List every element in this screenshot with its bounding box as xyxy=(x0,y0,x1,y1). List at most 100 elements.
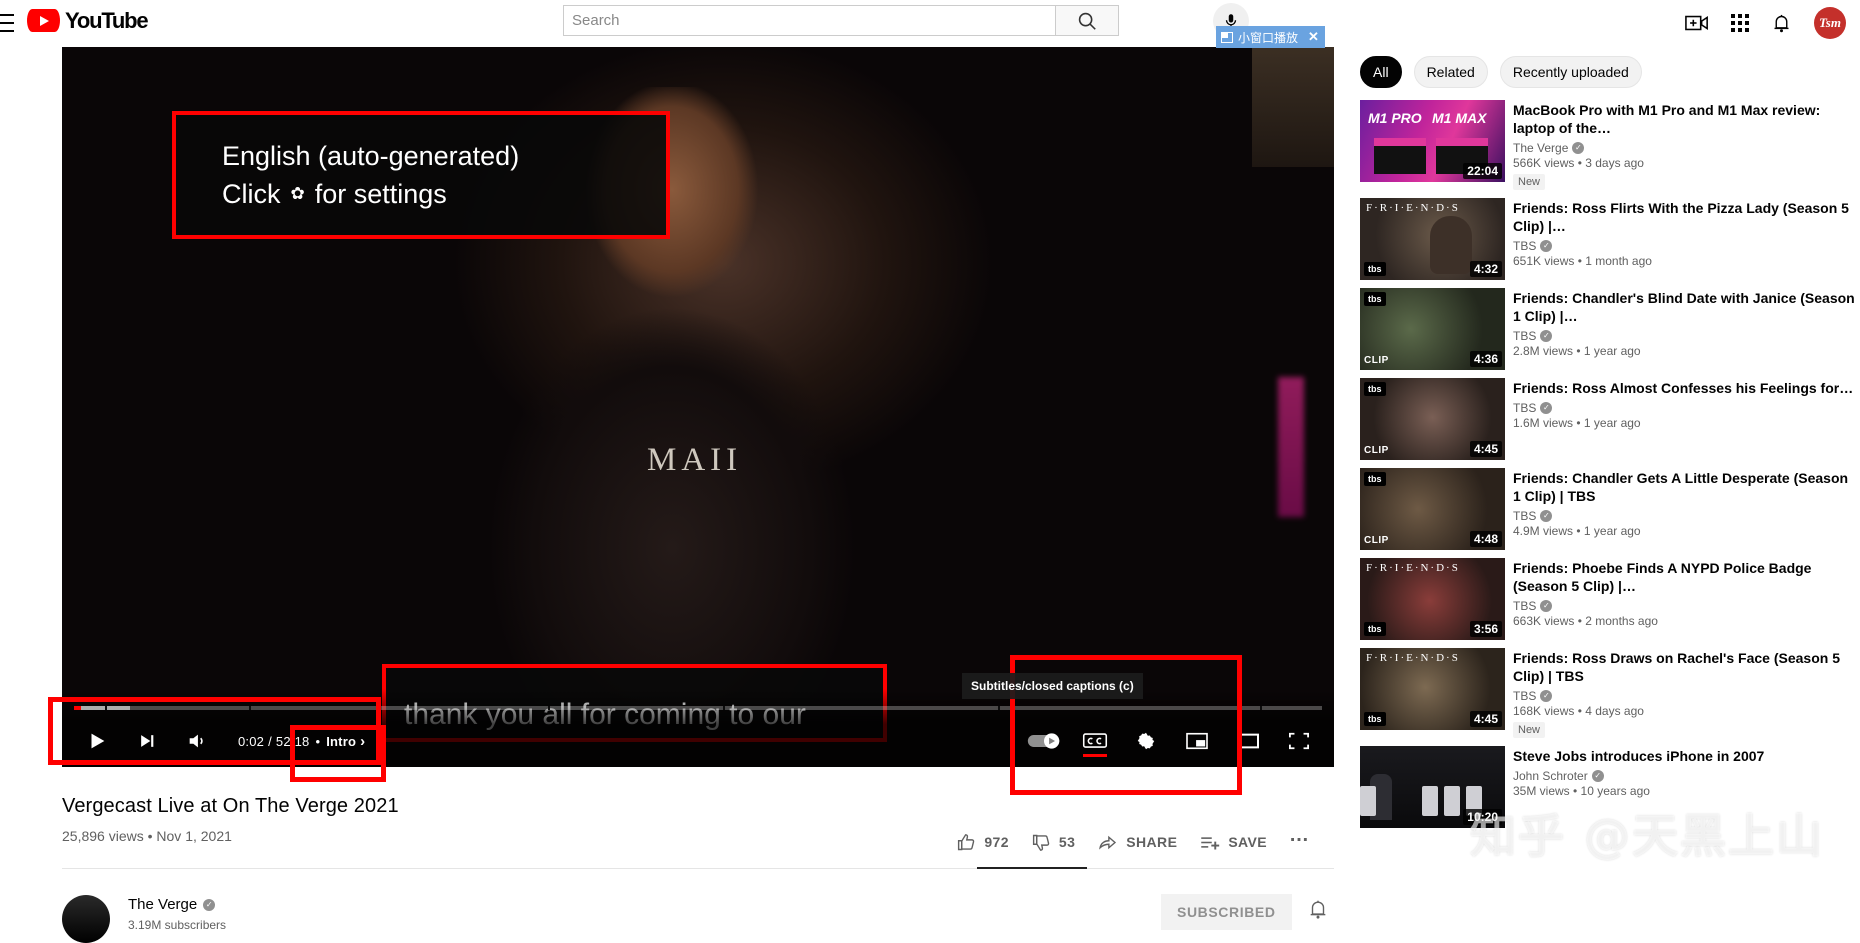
list-item[interactable]: F·R·I·E·N·D·S tbs 3:56 Friends: Phoebe Find… xyxy=(1356,558,1856,648)
page-title: Vergecast Live at On The Verge 2021 xyxy=(62,795,399,817)
tbs-badge: tbs xyxy=(1364,292,1386,306)
video-stats: 651K views • 1 month ago xyxy=(1513,254,1652,268)
video-title[interactable]: MacBook Pro with M1 Pro and M1 Max revie… xyxy=(1513,101,1856,137)
chapter-separator xyxy=(548,706,551,710)
video-stats: 2.8M views • 1 year ago xyxy=(1513,344,1641,358)
video-thumbnail[interactable]: 10:20 xyxy=(1360,746,1505,828)
video-channel[interactable]: TBS xyxy=(1513,329,1856,343)
subscribe-button[interactable]: SUBSCRIBED xyxy=(1161,894,1292,930)
list-item[interactable]: F·R·I·E·N·D·S tbs 4:32 Friends: Ross Flirts… xyxy=(1356,198,1856,288)
play-button[interactable] xyxy=(74,718,120,764)
video-title[interactable]: Friends: Chandler's Blind Date with Jani… xyxy=(1513,289,1856,325)
video-player[interactable]: MAII English (auto-generated) Click ✿ fo… xyxy=(62,47,1334,767)
channel-name[interactable]: The Verge xyxy=(128,896,216,913)
list-item[interactable]: tbs CLIP 4:45 Friends: Ross Almost Confesse… xyxy=(1356,378,1856,468)
next-video-button[interactable] xyxy=(124,718,170,764)
video-channel-name: TBS xyxy=(1513,239,1537,253)
video-thumbnail[interactable]: F·R·I·E·N·D·S tbs 3:56 xyxy=(1360,558,1505,640)
video-thumbnail[interactable]: tbs CLIP 4:48 xyxy=(1360,468,1505,550)
create-video-button[interactable] xyxy=(1685,13,1709,33)
user-avatar[interactable]: Tsm xyxy=(1814,7,1846,39)
video-title[interactable]: Friends: Ross Almost Confesses his Feeli… xyxy=(1513,379,1856,397)
autoplay-toggle-icon xyxy=(1027,733,1060,749)
video-channel[interactable]: TBS xyxy=(1513,239,1856,253)
share-button[interactable]: SHARE xyxy=(1086,822,1188,862)
miniplayer-button[interactable] xyxy=(1174,718,1220,764)
video-channel[interactable]: TBS xyxy=(1513,599,1856,613)
player-controls: 0:02 / 52:18 • Intro › xyxy=(62,689,1334,767)
video-duration: 4:45 xyxy=(1469,711,1502,727)
like-button[interactable]: 972 xyxy=(945,822,1020,862)
video-channel[interactable]: John Schroter xyxy=(1513,769,1856,783)
channel-subscribers: 3.19M subscribers xyxy=(128,918,227,932)
video-title[interactable]: Friends: Ross Draws on Rachel's Face (Se… xyxy=(1513,649,1856,685)
chapter-separator xyxy=(105,706,108,710)
filter-chip[interactable]: All xyxy=(1360,56,1402,88)
time-display: 0:02 / 52:18 • Intro › xyxy=(238,733,365,750)
filter-chip[interactable]: Related xyxy=(1413,56,1488,88)
video-metadata: 25,896 views • Nov 1, 2021 xyxy=(62,828,232,844)
video-thumbnail[interactable]: tbs CLIP 4:45 xyxy=(1360,378,1505,460)
filter-chips: All Related Recently uploaded xyxy=(1356,47,1856,100)
volume-button[interactable] xyxy=(174,718,220,764)
share-label: SHARE xyxy=(1126,834,1178,850)
subscription-bell-button[interactable] xyxy=(1307,898,1329,926)
channel-avatar[interactable] xyxy=(62,895,110,943)
chapter-button[interactable]: Intro › xyxy=(326,733,365,750)
pip-tooltip[interactable]: 小窗口播放 ✕ xyxy=(1216,26,1325,48)
list-item[interactable]: 10:20 Steve Jobs introduces iPhone in 200… xyxy=(1356,746,1856,836)
filter-chip[interactable]: Recently uploaded xyxy=(1499,56,1642,88)
youtube-play-icon xyxy=(27,9,60,32)
list-item[interactable]: tbs CLIP 4:48 Friends: Chandler Gets A Litt… xyxy=(1356,468,1856,558)
progress-played xyxy=(74,706,82,710)
theater-mode-button[interactable] xyxy=(1225,718,1271,764)
video-channel[interactable]: TBS xyxy=(1513,401,1856,415)
list-item[interactable]: tbs CLIP 4:36 Friends: Chandler's Blind Dat… xyxy=(1356,288,1856,378)
video-channel[interactable]: The Verge xyxy=(1513,141,1856,155)
new-badge: New xyxy=(1513,722,1546,738)
player-control-row: 0:02 / 52:18 • Intro › xyxy=(62,715,1334,767)
apps-button[interactable] xyxy=(1731,14,1749,32)
video-channel-name: TBS xyxy=(1513,689,1537,703)
fullscreen-button[interactable] xyxy=(1276,718,1322,764)
list-item[interactable]: M1 PRO M1 MAX 22:04 MacBook Pro with M1 Pro… xyxy=(1356,100,1856,198)
progress-bar[interactable] xyxy=(74,706,1322,710)
search-input[interactable]: Search xyxy=(563,5,1055,36)
video-title[interactable]: Friends: Ross Flirts With the Pizza Lady… xyxy=(1513,199,1856,235)
subtitles-cc-button[interactable] xyxy=(1072,718,1118,764)
video-stats: 4.9M views • 1 year ago xyxy=(1513,524,1641,538)
video-title[interactable]: Steve Jobs introduces iPhone in 2007 xyxy=(1513,747,1856,765)
search-button[interactable] xyxy=(1055,5,1119,36)
video-title[interactable]: Friends: Chandler Gets A Little Desperat… xyxy=(1513,469,1856,505)
play-icon xyxy=(91,733,105,749)
pip-tooltip-close-icon[interactable]: ✕ xyxy=(1308,29,1319,45)
friends-logo: F·R·I·E·N·D·S xyxy=(1366,202,1460,214)
video-thumbnail[interactable]: F·R·I·E·N·D·S tbs 4:32 xyxy=(1360,198,1505,280)
more-actions-button[interactable]: … xyxy=(1278,822,1322,862)
video-thumbnail[interactable]: tbs CLIP 4:36 xyxy=(1360,288,1505,370)
video-channel[interactable]: TBS xyxy=(1513,689,1856,703)
shirt-text: MAII xyxy=(647,442,743,478)
video-title[interactable]: Friends: Phoebe Finds A NYPD Police Badg… xyxy=(1513,559,1856,595)
verified-badge-icon xyxy=(1591,770,1604,782)
video-thumbnail[interactable]: M1 PRO M1 MAX 22:04 xyxy=(1360,100,1505,182)
chapter-separator xyxy=(722,706,725,710)
youtube-logo[interactable]: YouTube xyxy=(27,8,149,33)
hamburger-menu-icon[interactable] xyxy=(0,14,14,32)
notifications-button[interactable] xyxy=(1771,12,1792,35)
dislike-button[interactable]: 53 xyxy=(1020,822,1086,862)
tbs-badge: tbs xyxy=(1364,262,1386,276)
video-thumbnail[interactable]: F·R·I·E·N·D·S tbs 4:45 xyxy=(1360,648,1505,730)
settings-button[interactable] xyxy=(1123,718,1169,764)
video-stats: 168K views • 4 days ago xyxy=(1513,704,1644,718)
list-item[interactable]: F·R·I·E·N·D·S tbs 4:45 Friends: Ross Draws … xyxy=(1356,648,1856,746)
chapter-name: Intro xyxy=(326,733,357,749)
search-placeholder: Search xyxy=(572,12,620,29)
video-info: MacBook Pro with M1 Pro and M1 Max revie… xyxy=(1513,100,1856,190)
theater-mode-icon xyxy=(1237,733,1259,749)
autoplay-toggle[interactable] xyxy=(1021,718,1067,764)
youtube-logo-text: YouTube xyxy=(65,8,149,33)
video-channel[interactable]: TBS xyxy=(1513,509,1856,523)
save-button[interactable]: SAVE xyxy=(1188,822,1278,862)
total-time: 52:18 xyxy=(275,733,310,749)
